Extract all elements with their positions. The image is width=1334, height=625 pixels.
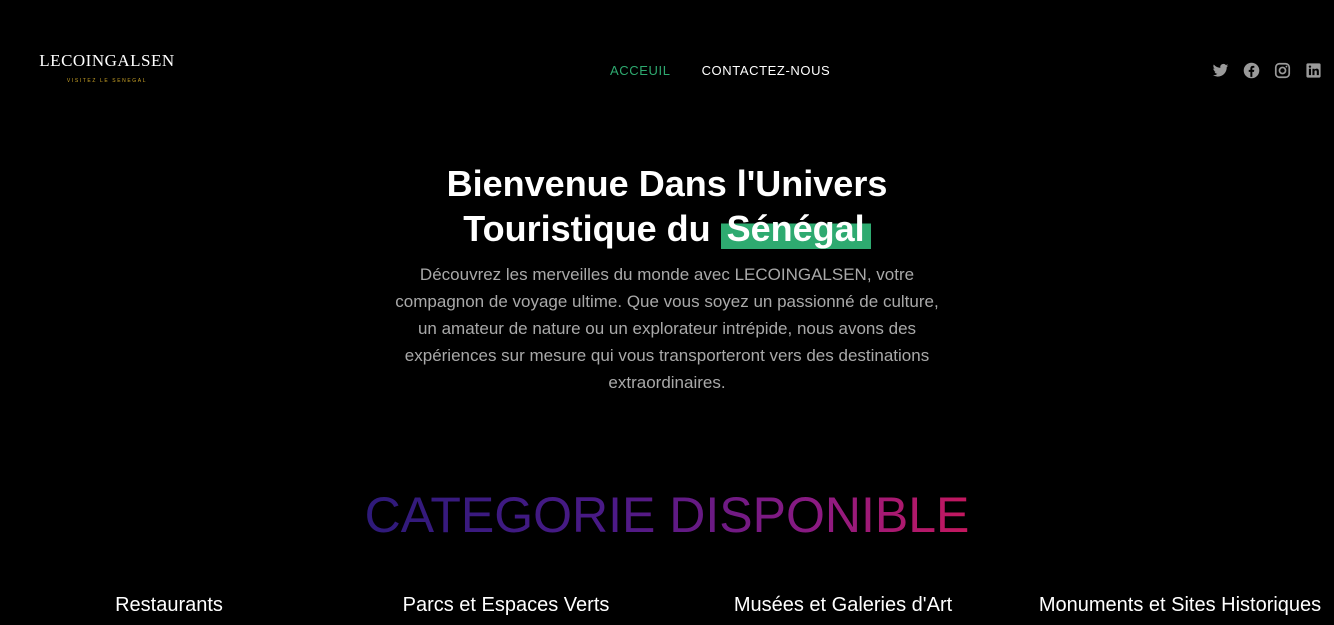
hero-title: Bienvenue Dans l'Univers Touristique du … [0,161,1334,251]
nav-link-contact[interactable]: CONTACTEZ-NOUS [702,63,831,79]
category-monuments[interactable]: Monuments et Sites Historiques [1039,594,1321,616]
facebook-icon[interactable] [1243,62,1260,79]
categories-heading-text: CATEGORIE DISPONIBLE [364,487,970,543]
site-logo[interactable]: LECOINGALSEN VISITEZ LE SENEGAL [37,51,177,85]
twitter-icon[interactable] [1212,62,1229,79]
category-musees[interactable]: Musées et Galeries d'Art [734,594,952,616]
instagram-icon[interactable] [1274,62,1291,79]
hero-title-highlight: Sénégal [720,208,871,249]
category-list: Restaurants Parcs et Espaces Verts Musée… [0,594,1334,618]
logo-tagline: VISITEZ LE SENEGAL [66,78,148,84]
social-links [1212,62,1322,79]
nav-link-accueil[interactable]: ACCEUIL [610,63,671,79]
hero-section: Bienvenue Dans l'Univers Touristique du … [0,161,1334,396]
category-restaurants[interactable]: Restaurants [115,594,223,616]
categories-heading: CATEGORIE DISPONIBLE [0,486,1334,544]
hero-title-line2: Touristique du [463,208,711,249]
hero-description: Découvrez les merveilles du monde avec L… [395,265,939,392]
main-nav: ACCEUIL CONTACTEZ-NOUS [610,63,830,79]
logo-name: LECOINGALSEN [39,51,175,70]
category-parcs[interactable]: Parcs et Espaces Verts [403,594,610,616]
hero-title-line1: Bienvenue Dans l'Univers [446,163,888,204]
linkedin-icon[interactable] [1305,62,1322,79]
